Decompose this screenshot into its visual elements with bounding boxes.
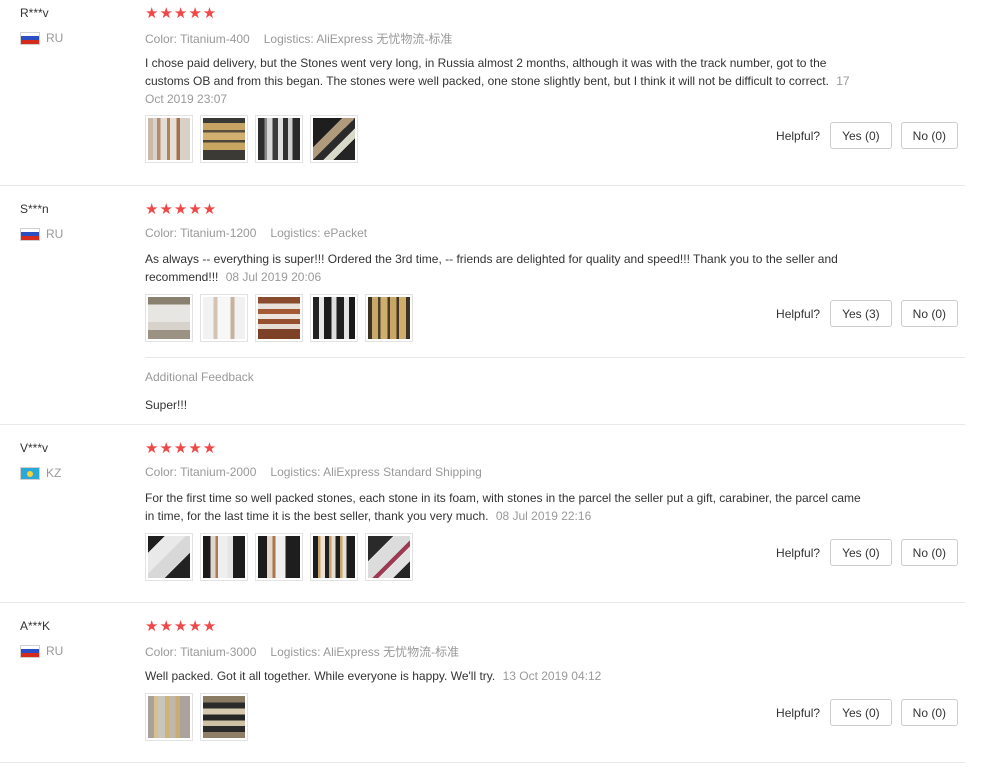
review-item: A***K RU ★★★★★ Color: Titanium-3000 Logis…: [0, 613, 965, 763]
review-photo-thumbnail[interactable]: [200, 693, 248, 741]
logistics-info: Logistics: ePacket: [270, 226, 368, 240]
review-photo-thumbnail[interactable]: [255, 533, 303, 581]
review-meta: Color: Titanium-400 Logistics: AliExpress…: [145, 30, 452, 47]
review-photos: [145, 115, 358, 163]
review-photo-thumbnail[interactable]: [200, 533, 248, 581]
review-photo-thumbnail[interactable]: [145, 533, 193, 581]
review-photo-thumbnail[interactable]: [145, 693, 193, 741]
review-item: R***v RU ★★★★★ Color: Titanium-400 Logist…: [0, 0, 965, 186]
country-code: KZ: [46, 466, 62, 480]
helpful-no-button[interactable]: No (0): [900, 122, 958, 149]
reviewer-name: A***K: [20, 619, 51, 633]
review-photo-thumbnail[interactable]: [200, 294, 248, 342]
review-item: V***v KZ ★★★★★ Color: Titanium-2000 Logis…: [0, 435, 965, 603]
reviewer-name: V***v: [20, 441, 49, 455]
helpful-yes-button[interactable]: Yes (3): [830, 300, 892, 327]
helpful-no-button[interactable]: No (0): [900, 699, 958, 726]
star-rating: ★★★★★: [145, 201, 218, 218]
review-date: 08 Jul 2019 20:06: [225, 270, 322, 284]
russia-flag-icon: [20, 227, 40, 241]
review-photos: [145, 294, 413, 342]
helpful-label: Helpful?: [776, 705, 821, 720]
helpful-yes-button[interactable]: Yes (0): [830, 539, 892, 566]
reviewer-name: R***v: [20, 6, 49, 20]
helpful-label: Helpful?: [776, 128, 821, 143]
review-date: 08 Jul 2019 22:16: [495, 509, 592, 523]
review-item: S***n RU ★★★★★ Color: Titanium-1200 Logis…: [0, 196, 965, 425]
helpful-yes-button[interactable]: Yes (0): [830, 122, 892, 149]
helpful-controls: Helpful? Yes (0) No (0): [776, 122, 958, 149]
review-meta: Color: Titanium-2000 Logistics: AliExpres…: [145, 465, 482, 479]
reviewer-country: RU: [20, 227, 63, 241]
review-photo-thumbnail[interactable]: [310, 533, 358, 581]
review-meta: Color: Titanium-3000 Logistics: AliExpres…: [145, 643, 459, 660]
review-photo-thumbnail[interactable]: [365, 533, 413, 581]
russia-flag-icon: [20, 644, 40, 658]
review-meta: Color: Titanium-1200 Logistics: ePacket: [145, 226, 367, 240]
country-code: RU: [46, 227, 64, 241]
product-color: Color: Titanium-400: [145, 32, 250, 46]
review-photos: [145, 533, 413, 581]
product-color: Color: Titanium-1200: [145, 226, 257, 240]
logistics-info: Logistics: AliExpress 无忧物流-标准: [263, 32, 453, 46]
helpful-label: Helpful?: [776, 306, 821, 321]
review-photo-thumbnail[interactable]: [145, 294, 193, 342]
review-photo-thumbnail[interactable]: [255, 294, 303, 342]
star-rating: ★★★★★: [145, 5, 218, 22]
review-photo-thumbnail[interactable]: [200, 115, 248, 163]
additional-feedback-text: Super!!!: [145, 398, 188, 412]
product-color: Color: Titanium-2000: [145, 465, 257, 479]
helpful-controls: Helpful? Yes (0) No (0): [776, 699, 958, 726]
helpful-no-button[interactable]: No (0): [900, 300, 958, 327]
reviewer-country: RU: [20, 31, 63, 45]
country-code: RU: [46, 31, 64, 45]
additional-feedback-divider: [145, 357, 965, 358]
review-photo-thumbnail[interactable]: [145, 115, 193, 163]
review-photo-thumbnail[interactable]: [365, 294, 413, 342]
review-body: I chose paid delivery, but the Stones we…: [145, 56, 829, 88]
reviewer-country: KZ: [20, 466, 61, 480]
russia-flag-icon: [20, 31, 40, 45]
review-photo-thumbnail[interactable]: [310, 294, 358, 342]
helpful-controls: Helpful? Yes (0) No (0): [776, 539, 958, 566]
review-photo-thumbnail[interactable]: [255, 115, 303, 163]
review-text: I chose paid delivery, but the Stones we…: [145, 54, 870, 108]
reviewer-name: S***n: [20, 202, 49, 216]
logistics-info: Logistics: AliExpress Standard Shipping: [270, 465, 482, 479]
helpful-yes-button[interactable]: Yes (0): [830, 699, 892, 726]
reviewer-country: RU: [20, 644, 63, 658]
helpful-label: Helpful?: [776, 545, 821, 560]
review-text: For the first time so well packed stones…: [145, 489, 870, 525]
country-code: RU: [46, 644, 64, 658]
review-photos: [145, 693, 248, 741]
star-rating: ★★★★★: [145, 440, 218, 457]
additional-feedback-label: Additional Feedback: [145, 370, 254, 384]
star-rating: ★★★★★: [145, 618, 218, 635]
helpful-controls: Helpful? Yes (3) No (0): [776, 300, 958, 327]
review-body: Well packed. Got it all together. While …: [145, 669, 496, 683]
review-text: As always -- everything is super!!! Orde…: [145, 250, 870, 286]
review-photo-thumbnail[interactable]: [310, 115, 358, 163]
review-text: Well packed. Got it all together. While …: [145, 667, 870, 685]
helpful-no-button[interactable]: No (0): [900, 539, 958, 566]
logistics-info: Logistics: AliExpress 无忧物流-标准: [270, 645, 460, 659]
kazakhstan-flag-icon: [20, 466, 40, 480]
review-date: 13 Oct 2019 04:12: [502, 669, 602, 683]
product-color: Color: Titanium-3000: [145, 645, 257, 659]
